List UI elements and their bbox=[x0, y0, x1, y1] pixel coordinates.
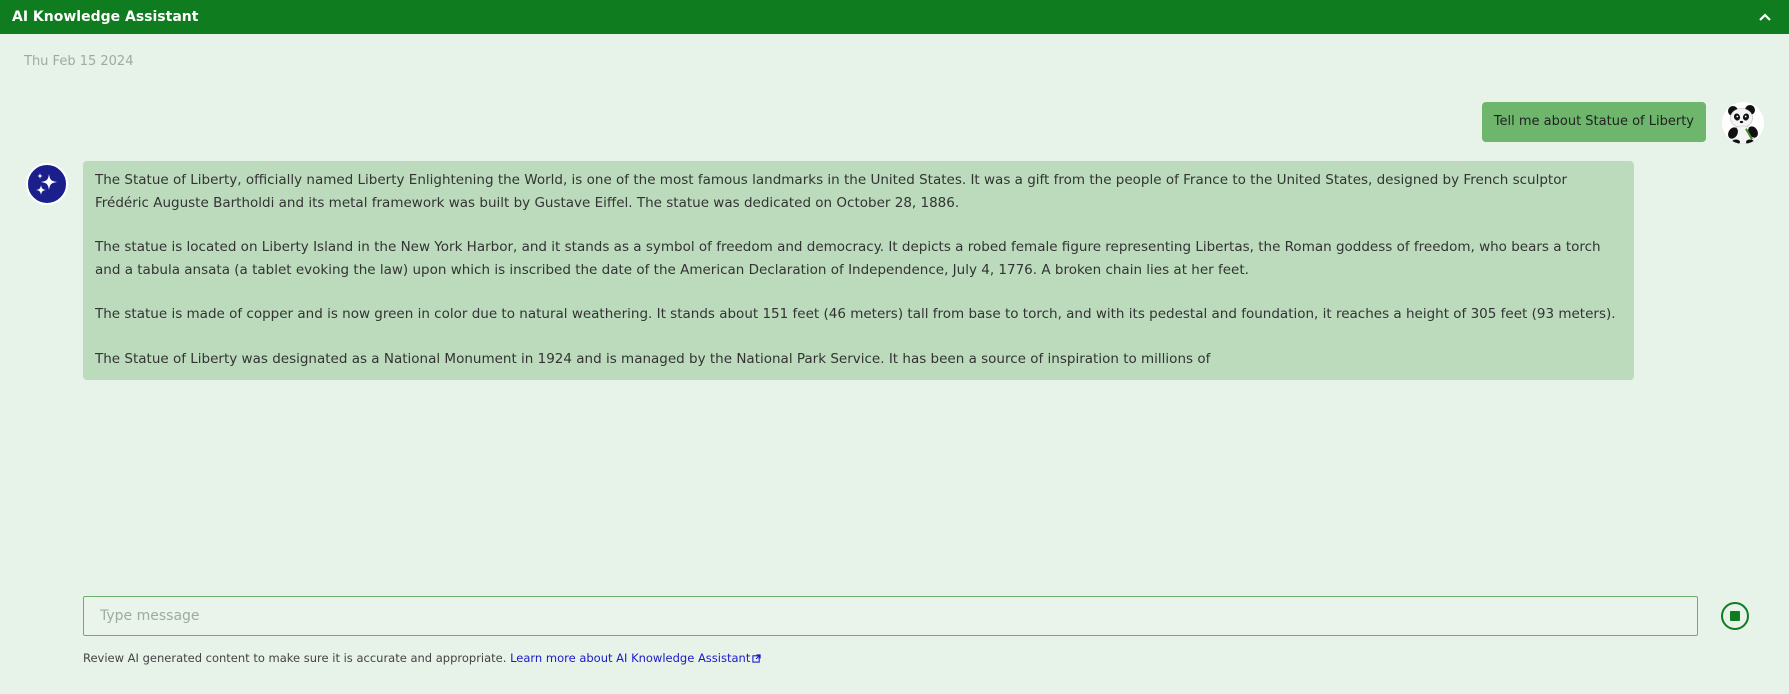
assistant-paragraph: The Statue of Liberty was designated as … bbox=[95, 350, 1211, 367]
user-message-bubble: Tell me about Statue of Liberty bbox=[1481, 102, 1706, 142]
assistant-message-bubble: The Statue of Liberty, officially named … bbox=[83, 161, 1634, 380]
sparkles-icon bbox=[36, 173, 57, 195]
app-title: AI Knowledge Assistant bbox=[12, 9, 199, 25]
learn-more-label: Learn more about AI Knowledge Assistant bbox=[510, 651, 751, 665]
assistant-avatar bbox=[26, 163, 68, 205]
learn-more-link[interactable]: Learn more about AI Knowledge Assistant bbox=[510, 651, 761, 665]
stop-generating-button[interactable] bbox=[1721, 602, 1749, 630]
message-input[interactable] bbox=[84, 597, 1697, 635]
external-link-icon bbox=[752, 654, 761, 663]
disclaimer-text: Review AI generated content to make sure… bbox=[83, 651, 507, 665]
assistant-paragraph: The statue is made of copper and is now … bbox=[95, 306, 1616, 322]
assistant-paragraph: The Statue of Liberty, officially named … bbox=[95, 172, 1568, 211]
assistant-paragraph: The statue is located on Liberty Island … bbox=[95, 239, 1601, 278]
user-avatar bbox=[1722, 102, 1764, 144]
message-input-container bbox=[83, 596, 1698, 636]
chevron-up-icon bbox=[1759, 13, 1771, 21]
conversation-date: Thu Feb 15 2024 bbox=[24, 54, 134, 69]
panda-avatar bbox=[1722, 102, 1764, 144]
user-message-row: Tell me about Statue of Liberty bbox=[0, 102, 1789, 146]
collapse-button[interactable] bbox=[1753, 5, 1777, 29]
app-header: AI Knowledge Assistant bbox=[0, 0, 1789, 34]
disclaimer: Review AI generated content to make sure… bbox=[83, 651, 761, 665]
stop-icon bbox=[1730, 611, 1740, 621]
